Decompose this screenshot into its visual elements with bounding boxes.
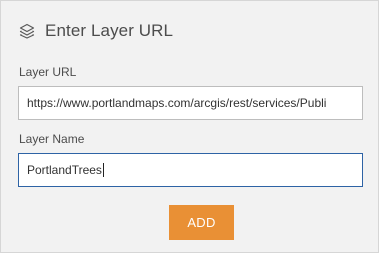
- layer-name-input[interactable]: PortlandTrees: [18, 153, 363, 187]
- text-caret: [102, 163, 104, 177]
- layer-url-value: https://www.portlandmaps.com/arcgis/rest…: [27, 96, 327, 110]
- layer-url-input[interactable]: https://www.portlandmaps.com/arcgis/rest…: [18, 86, 363, 120]
- panel-title: Enter Layer URL: [45, 21, 174, 40]
- enter-layer-url-panel: Enter Layer URL Layer URL https://www.po…: [0, 0, 379, 253]
- layers-icon: [18, 22, 36, 40]
- layer-url-label: Layer URL: [19, 65, 77, 79]
- panel-header: Enter Layer URL: [18, 19, 173, 43]
- layer-name-value: PortlandTrees: [27, 163, 102, 177]
- add-button[interactable]: ADD: [169, 205, 234, 240]
- layer-name-label: Layer Name: [19, 132, 85, 146]
